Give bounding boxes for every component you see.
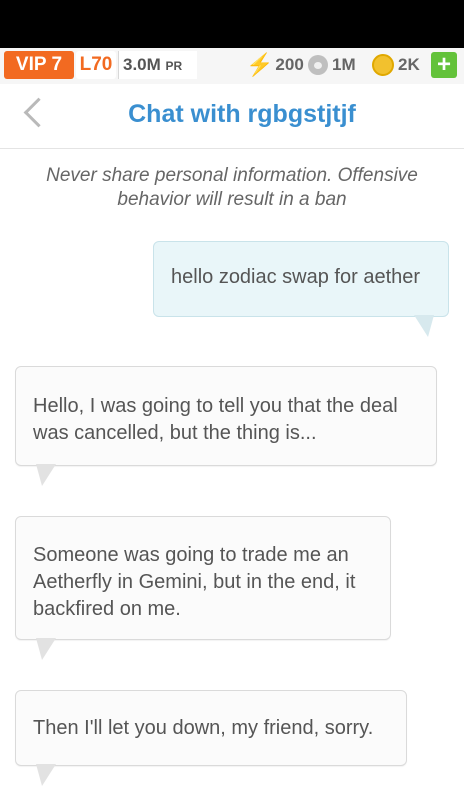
message-bubble-outgoing: hello zodiac swap for aether [153, 241, 449, 337]
energy-counter: ⚡ 200 [246, 51, 304, 79]
status-bar [0, 0, 464, 48]
bubble-tail [414, 315, 434, 337]
resource-bar: VIP 7 L70 3.0M PR ⚡ 200 1M 2K + [0, 48, 464, 85]
power-rating-unit: PR [165, 59, 183, 73]
coin-icon [372, 54, 394, 76]
message-bubble-incoming: Hello, I was going to tell you that the … [15, 366, 437, 486]
bubble-tail [36, 464, 56, 486]
food-value: 1M [332, 55, 356, 74]
lightning-icon: ⚡ [246, 52, 274, 77]
back-chevron-icon[interactable] [23, 97, 54, 128]
paw-icon [308, 55, 328, 75]
bubble-tail [36, 764, 56, 786]
add-gold-button[interactable]: + [431, 52, 457, 78]
power-rating-value: 3.0M [123, 55, 161, 74]
food-counter: 1M [308, 51, 356, 79]
message-text: Hello, I was going to tell you that the … [33, 395, 398, 444]
level-badge: L70 [76, 51, 116, 79]
bubble-tail [36, 638, 56, 660]
page-title: Chat with rgbgstjtjf [128, 100, 356, 128]
message-text: Then I'll let you down, my friend, sorry… [33, 717, 374, 739]
safety-notice: Never share personal information. Offens… [46, 165, 418, 210]
chat-header: Chat with rgbgstjtjf [0, 84, 464, 149]
power-rating: 3.0M PR [118, 51, 197, 79]
message-bubble-incoming: Someone was going to trade me an Aetherf… [15, 516, 391, 660]
gold-counter: 2K [372, 51, 420, 79]
message-text: Someone was going to trade me an Aetherf… [33, 544, 356, 620]
gold-value: 2K [398, 55, 420, 74]
message-text: hello zodiac swap for aether [171, 266, 421, 288]
vip-badge[interactable]: VIP 7 [4, 51, 74, 79]
message-bubble-incoming: Then I'll let you down, my friend, sorry… [15, 690, 407, 786]
energy-value: 200 [275, 55, 304, 74]
